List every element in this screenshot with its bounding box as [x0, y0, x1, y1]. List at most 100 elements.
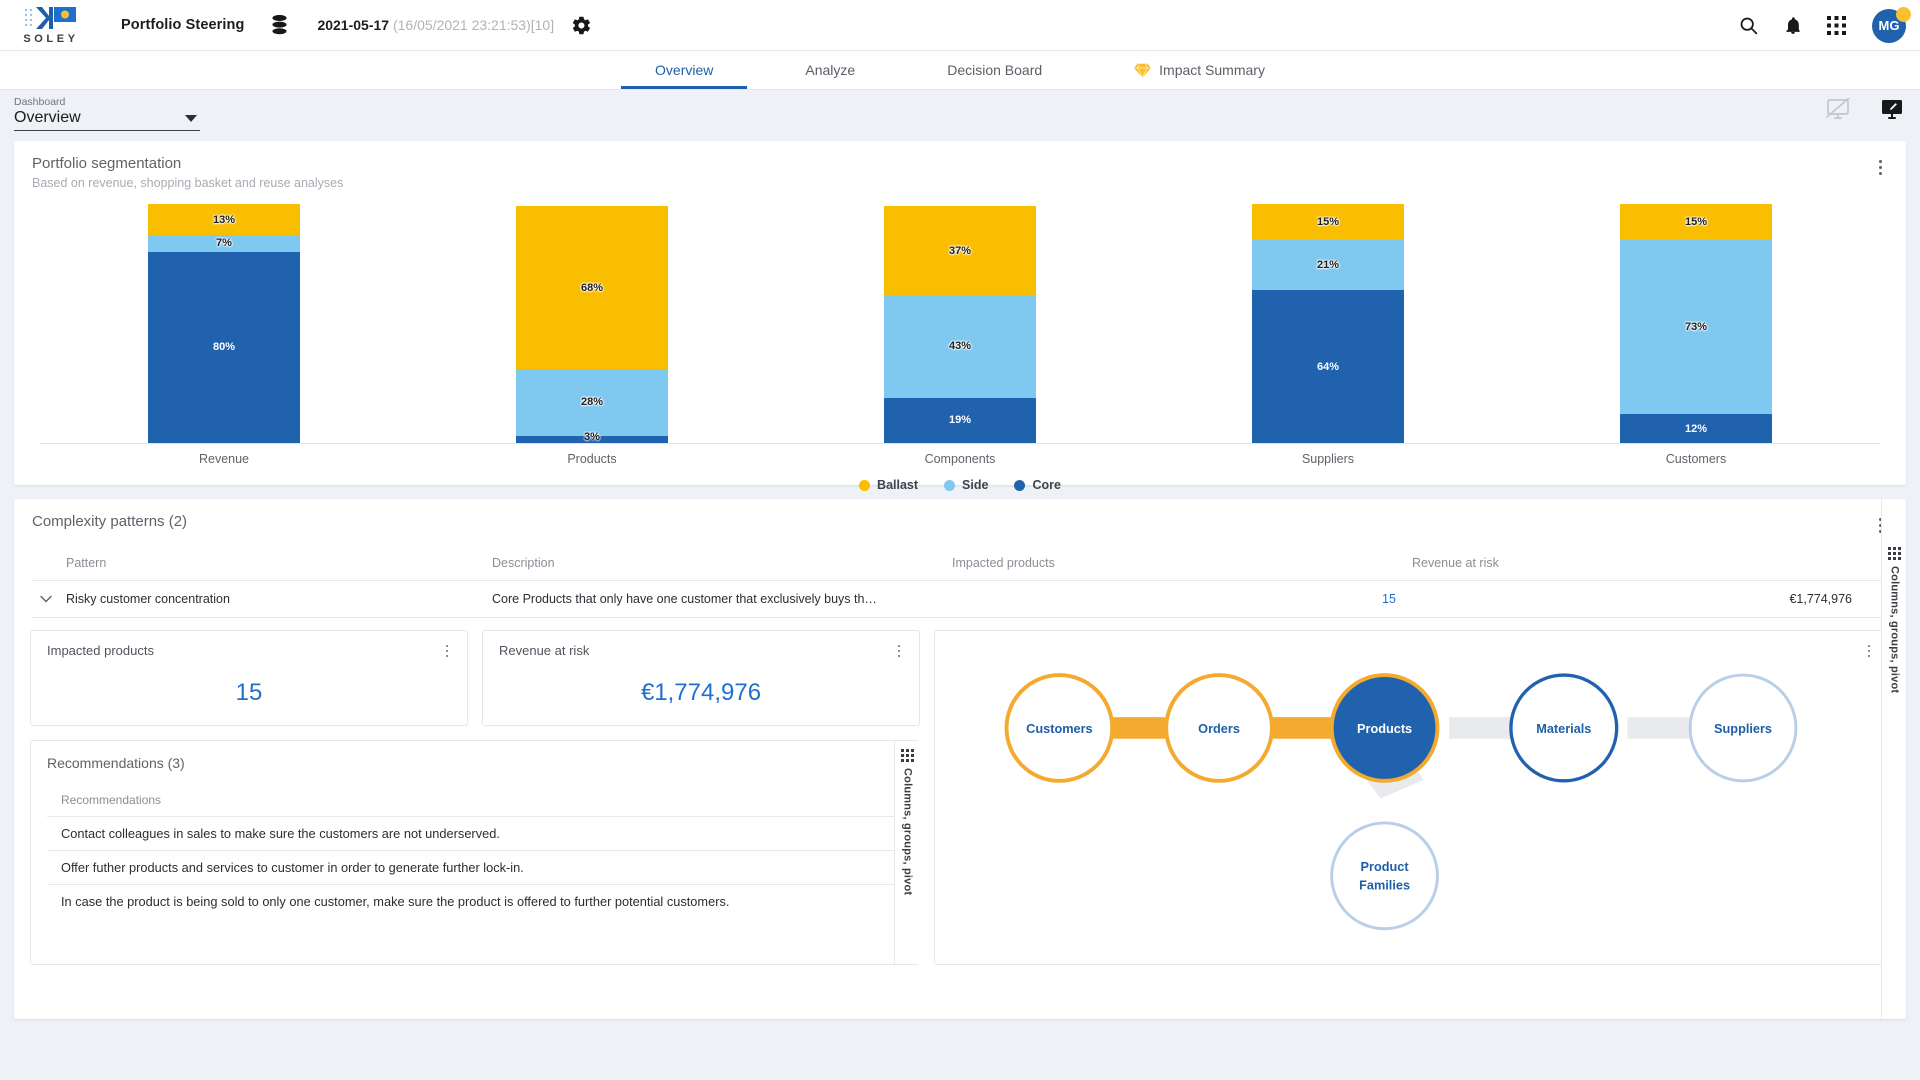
recommendations-card: Recommendations (3) Recommendations Cont…	[30, 740, 920, 965]
grid-icon	[901, 749, 914, 762]
bar-segment-ballast[interactable]: 15%	[1252, 204, 1404, 240]
bar-segment-ballast[interactable]: 15%	[1620, 204, 1772, 240]
more-vertical-icon[interactable]	[439, 643, 455, 659]
bar-segment-side[interactable]: 43%	[884, 294, 1036, 398]
top-bar: SOLEY Portfolio Steering 2021-05-17 (16/…	[0, 0, 1920, 51]
node-products[interactable]: Products	[1329, 673, 1440, 783]
legend-swatch-ballast	[859, 479, 871, 491]
chevron-down-icon	[185, 114, 197, 122]
node-customers[interactable]: Customers	[1004, 673, 1115, 783]
dashboard-select-value: Overview	[14, 109, 81, 126]
notification-bell-icon[interactable]	[1783, 15, 1803, 36]
bar-segment-core[interactable]: 3%	[516, 431, 668, 443]
list-item[interactable]: Offer futher products and services to cu…	[47, 850, 903, 884]
monitor-off-icon[interactable]	[1826, 98, 1850, 120]
table-row[interactable]: Risky customer concentration Core Produc…	[32, 580, 1888, 618]
node-label-product-families-line1: Product	[1361, 859, 1410, 874]
legend-swatch-core	[1014, 479, 1026, 491]
patterns-columns-panel-label: Columns, groups, pivot	[1888, 566, 1901, 694]
segmentation-panel-title: Portfolio segmentation	[32, 155, 182, 172]
bar-segment-side[interactable]: 7%	[148, 235, 300, 252]
legend-item-core[interactable]: Core	[1014, 478, 1061, 492]
legend-label-side: Side	[962, 478, 989, 492]
column-header-pattern[interactable]: Pattern	[32, 556, 492, 570]
tab-impact-summary[interactable]: Impact Summary	[1088, 51, 1311, 89]
more-vertical-icon[interactable]	[1861, 643, 1877, 659]
cell-revenue-at-risk: €1,774,976	[1789, 592, 1852, 606]
cell-pattern: Risky customer concentration	[32, 592, 492, 606]
impact-graph-card: Customers Orders Products Materials Supp…	[934, 630, 1890, 965]
bar-segment-label: 3%	[584, 431, 600, 444]
dataset-date-secondary: (16/05/2021 23:21:53)[10]	[392, 17, 555, 33]
bar-segment-core[interactable]: 80%	[148, 251, 300, 443]
list-item[interactable]: Contact colleagues in sales to make sure…	[47, 816, 903, 850]
chart-bars: 13% 7% 80% 68% 28% 3% 37% 43% 19% 15% 21…	[40, 204, 1880, 444]
x-label-products: Products	[567, 452, 617, 466]
avatar[interactable]: MG	[1872, 6, 1911, 43]
bar-segment-label: 21%	[1316, 258, 1340, 271]
kpi-value: €1,774,976	[640, 679, 762, 706]
dashboard-select[interactable]: Dashboard Overview	[14, 96, 200, 131]
bar-segment-core[interactable]: 19%	[884, 397, 1036, 443]
portfolio-segmentation-panel: Portfolio segmentation Based on revenue,…	[14, 141, 1906, 492]
tab-decision-board[interactable]: Decision Board	[901, 51, 1088, 89]
more-vertical-icon[interactable]	[1870, 157, 1890, 177]
patterns-panel-title: Complexity patterns (2)	[32, 513, 188, 530]
column-header-impacted-products[interactable]: Impacted products	[952, 556, 1412, 570]
column-header-revenue-at-risk[interactable]: Revenue at risk	[1412, 556, 1888, 570]
patterns-panel-header: Complexity patterns (2)	[14, 499, 1906, 532]
monitor-edit-icon[interactable]	[1880, 98, 1904, 120]
bar-segment-core[interactable]: 64%	[1252, 290, 1404, 443]
soley-logo[interactable]: SOLEY	[18, 6, 82, 45]
search-icon[interactable]	[1738, 15, 1759, 36]
bar-segment-label: 68%	[580, 281, 604, 294]
bar-segment-side[interactable]: 73%	[1620, 239, 1772, 415]
link-products-materials	[1449, 717, 1520, 739]
chart-x-axis-labels: Revenue Products Components Suppliers Cu…	[40, 452, 1880, 466]
dashboard-select-control[interactable]: Overview	[14, 109, 200, 131]
recommendations-column-header[interactable]: Recommendations	[47, 793, 903, 816]
chevron-down-icon[interactable]	[40, 592, 52, 606]
node-label-products: Products	[1357, 721, 1412, 736]
bar-segment-side[interactable]: 21%	[1252, 239, 1404, 291]
bar-segment-label: 13%	[212, 213, 236, 226]
more-vertical-icon[interactable]	[891, 643, 907, 659]
bar-group-revenue: 13% 7% 80%	[40, 204, 408, 443]
apps-grid-icon[interactable]	[1827, 16, 1846, 35]
node-suppliers[interactable]: Suppliers	[1688, 673, 1798, 783]
cell-description: Core Products that only have one custome…	[492, 592, 877, 606]
bar-segment-label: 7%	[216, 237, 232, 250]
kpi-title: Impacted products	[47, 643, 154, 658]
patterns-columns-panel-handle[interactable]: Columns, groups, pivot	[1881, 499, 1906, 1019]
node-materials[interactable]: Materials	[1509, 673, 1619, 783]
recommendations-columns-panel-handle[interactable]: Columns, groups, pivot	[894, 741, 920, 964]
kpi-title: Revenue at risk	[499, 643, 590, 658]
legend-swatch-side	[944, 479, 956, 491]
legend-item-side[interactable]: Side	[944, 478, 988, 492]
column-header-description[interactable]: Description	[492, 556, 952, 570]
bar-segment-core[interactable]: 12%	[1620, 414, 1772, 443]
bar-segment-label: 43%	[948, 340, 972, 353]
bar-segment-side[interactable]: 28%	[516, 368, 668, 436]
legend-item-ballast[interactable]: Ballast	[859, 478, 918, 492]
bar-segment-ballast[interactable]: 37%	[884, 206, 1036, 295]
impact-graph[interactable]: Customers Orders Products Materials Supp…	[935, 631, 1889, 964]
bar-segment-label: 12%	[1684, 422, 1708, 435]
database-icon[interactable]	[270, 14, 289, 36]
recommendations-table: Recommendations Contact colleagues in sa…	[47, 793, 903, 918]
tab-overview[interactable]: Overview	[609, 51, 759, 89]
bar-segment-ballast[interactable]: 13%	[148, 204, 300, 236]
patterns-table: Pattern Description Impacted products Re…	[14, 532, 1906, 618]
topbar-actions: MG	[1738, 0, 1911, 51]
node-product-families[interactable]: Product Families	[1330, 821, 1439, 931]
dataset-date-primary: 2021-05-17	[317, 17, 390, 33]
bar-segment-ballast[interactable]: 68%	[516, 206, 668, 369]
tab-analyze[interactable]: Analyze	[759, 51, 901, 89]
gear-icon[interactable]	[571, 15, 592, 36]
node-orders[interactable]: Orders	[1164, 673, 1274, 783]
list-item[interactable]: In case the product is being sold to onl…	[47, 884, 903, 918]
dataset-date[interactable]: 2021-05-17 (16/05/2021 23:21:53)[10]	[317, 17, 554, 33]
bar-segment-label: 15%	[1316, 215, 1340, 228]
cell-impacted-products[interactable]: 15	[952, 592, 1412, 606]
stacked-bar-suppliers: 15% 21% 64%	[1252, 204, 1404, 443]
